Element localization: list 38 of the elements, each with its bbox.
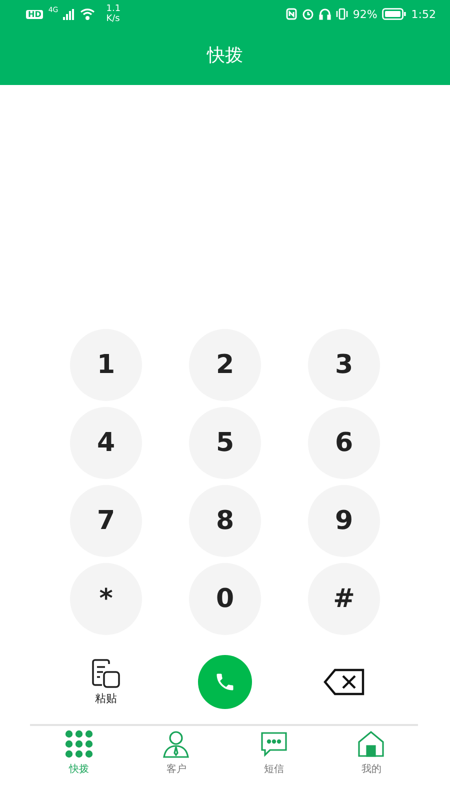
keypad-key[interactable]: 6 — [308, 407, 380, 479]
person-icon — [162, 730, 190, 758]
headphones-icon — [318, 8, 331, 20]
speed-value: 1.1 — [106, 4, 121, 14]
page-title: 快拨 — [207, 44, 243, 67]
hd-badge: HD — [26, 10, 44, 18]
message-icon — [260, 730, 288, 758]
home-icon — [357, 730, 386, 758]
wifi-icon — [80, 8, 96, 20]
paste-button[interactable]: 粘贴 — [91, 658, 121, 706]
clipboard-icon — [91, 658, 121, 688]
keypad-key[interactable]: 1 — [70, 329, 142, 401]
nav-tab[interactable]: 我的 — [322, 730, 420, 776]
backspace-button[interactable] — [323, 668, 365, 696]
nav-tab[interactable]: 短信 — [225, 730, 322, 776]
keypad-key[interactable]: 5 — [189, 407, 261, 479]
battery-percentage: 92% — [352, 8, 378, 20]
call-button[interactable] — [198, 655, 252, 709]
keypad-key[interactable]: 3 — [308, 329, 380, 401]
nav-tab[interactable]: 客户 — [128, 730, 225, 776]
vibrate-icon — [336, 8, 348, 20]
keypad-key[interactable]: 4 — [70, 407, 142, 479]
clock-time: 1:52 — [411, 8, 436, 20]
keypad-key[interactable]: 8 — [189, 485, 261, 557]
speed-unit: K/s — [106, 14, 121, 24]
backspace-icon — [323, 668, 365, 696]
nfc-icon — [286, 8, 297, 20]
signal-icon — [63, 8, 76, 20]
keypad-key[interactable]: 9 — [308, 485, 380, 557]
keypad-key[interactable]: 2 — [189, 329, 261, 401]
keypad-key[interactable]: 7 — [70, 485, 142, 557]
keypad-key[interactable]: * — [70, 563, 142, 635]
alarm-icon — [302, 8, 314, 20]
battery-icon — [382, 8, 406, 20]
phone-icon — [214, 671, 236, 693]
dial-pad-icon — [64, 730, 93, 758]
keypad-key[interactable]: # — [308, 563, 380, 635]
keypad-key[interactable]: 0 — [189, 563, 261, 635]
